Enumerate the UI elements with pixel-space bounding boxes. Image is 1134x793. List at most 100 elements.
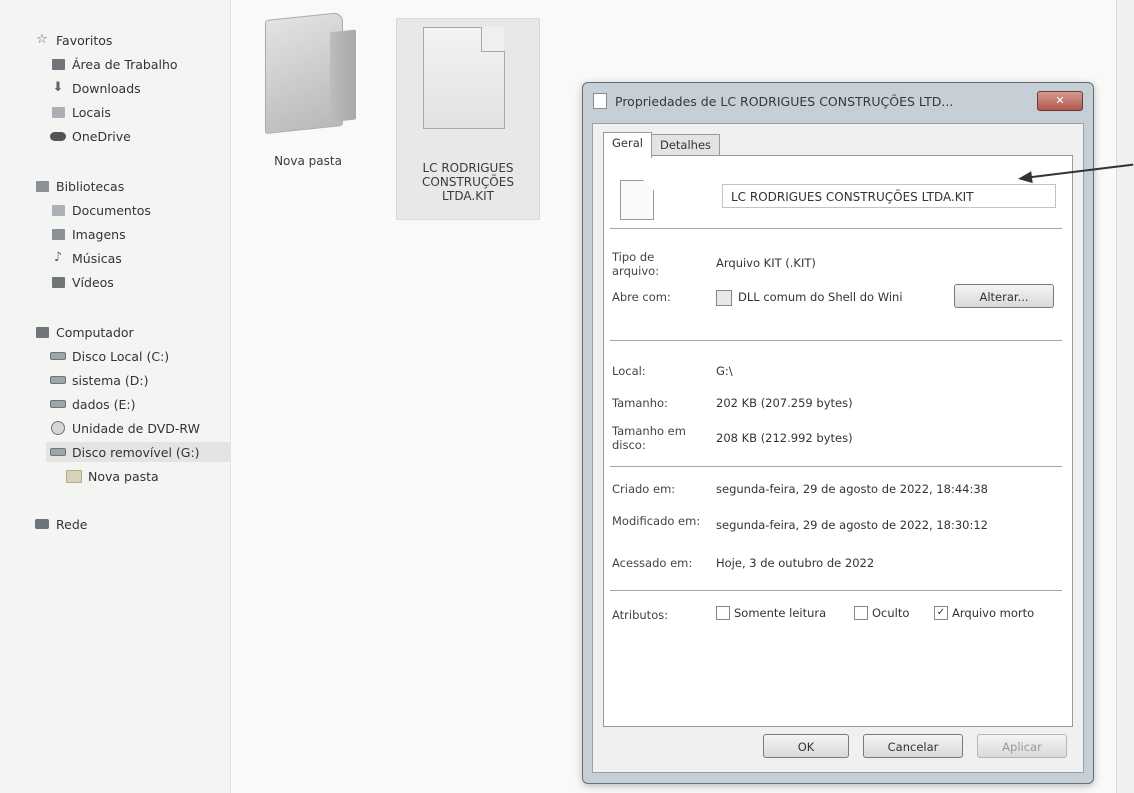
checkbox-box bbox=[716, 606, 730, 620]
tab-general[interactable]: Geral bbox=[603, 132, 652, 158]
hidden-checkbox[interactable]: Oculto bbox=[854, 606, 909, 620]
opens-with-label: Abre com: bbox=[612, 290, 671, 304]
nav-label: Disco Local (C:) bbox=[72, 348, 170, 364]
nav-documents[interactable]: Documentos bbox=[50, 200, 151, 220]
size-label: Tamanho: bbox=[612, 396, 668, 410]
nav-label: Locais bbox=[72, 104, 111, 120]
location-value: G:\ bbox=[716, 364, 733, 378]
file-type-label: Tipo de arquivo: bbox=[612, 250, 660, 278]
nav-label: Bibliotecas bbox=[56, 178, 125, 194]
app-icon bbox=[716, 290, 732, 306]
file-label-line: LTDA.KIT bbox=[442, 189, 494, 203]
nav-label: Área de Trabalho bbox=[72, 56, 178, 72]
checkbox-label: Arquivo morto bbox=[952, 606, 1035, 620]
nav-label: Imagens bbox=[72, 226, 126, 242]
size-on-disk-value: 208 KB (212.992 bytes) bbox=[716, 431, 853, 445]
nav-removable-disk[interactable]: Disco removível (G:) bbox=[46, 442, 234, 462]
downloads-icon: ⬇ bbox=[52, 80, 64, 95]
size-on-disk-label: Tamanho em disco: bbox=[612, 424, 686, 452]
nav-network[interactable]: Rede bbox=[34, 514, 87, 534]
nav-downloads[interactable]: ⬇ Downloads bbox=[50, 78, 141, 98]
nav-label: Unidade de DVD-RW bbox=[72, 420, 200, 436]
music-icon: ♪ bbox=[53, 250, 63, 265]
readonly-checkbox[interactable]: Somente leitura bbox=[716, 606, 826, 620]
created-value: segunda-feira, 29 de agosto de 2022, 18:… bbox=[716, 482, 988, 496]
created-label: Criado em: bbox=[612, 482, 676, 496]
checkmark-icon: ✓ bbox=[934, 606, 948, 620]
folder-item[interactable]: Nova pasta bbox=[253, 8, 363, 178]
dialog-title: Propriedades de LC RODRIGUES CONSTRUÇÕES… bbox=[615, 93, 954, 109]
network-icon bbox=[34, 517, 50, 531]
checkbox-box bbox=[854, 606, 868, 620]
nav-dvd-drive[interactable]: Unidade de DVD-RW bbox=[50, 418, 200, 438]
folder-label: Nova pasta bbox=[274, 154, 342, 168]
folder-icon bbox=[265, 11, 343, 135]
general-tab-page: LC RODRIGUES CONSTRUÇÕES LTDA.KIT Tipo d… bbox=[603, 155, 1073, 727]
nav-onedrive[interactable]: OneDrive bbox=[50, 126, 131, 146]
nav-images[interactable]: Imagens bbox=[50, 224, 126, 244]
nav-label: OneDrive bbox=[72, 128, 131, 144]
nav-label: Documentos bbox=[72, 202, 151, 218]
hard-drive-icon bbox=[50, 373, 66, 387]
modified-value: segunda-feira, 29 de agosto de 2022, 18:… bbox=[716, 518, 988, 532]
images-icon bbox=[50, 227, 66, 241]
file-type-value: Arquivo KIT (.KIT) bbox=[716, 256, 816, 270]
nav-label: Rede bbox=[56, 516, 88, 532]
nav-label: Favoritos bbox=[56, 32, 113, 48]
nav-drive-e[interactable]: dados (E:) bbox=[50, 394, 136, 414]
ok-button[interactable]: OK bbox=[763, 734, 849, 758]
disc-icon bbox=[50, 421, 66, 435]
nav-drive-d[interactable]: sistema (D:) bbox=[50, 370, 149, 390]
cancel-button[interactable]: Cancelar bbox=[863, 734, 963, 758]
nav-label: sistema (D:) bbox=[72, 372, 149, 388]
nav-local-disk[interactable]: Disco Local (C:) bbox=[50, 346, 169, 366]
nav-label: Nova pasta bbox=[88, 468, 159, 484]
accessed-label: Acessado em: bbox=[612, 556, 693, 570]
annotation-arrow-head bbox=[1017, 171, 1033, 185]
nav-label: Vídeos bbox=[72, 274, 114, 290]
properties-dialog: Propriedades de LC RODRIGUES CONSTRUÇÕES… bbox=[582, 82, 1094, 784]
file-label-line: LC RODRIGUES bbox=[422, 161, 514, 175]
apply-button[interactable]: Aplicar bbox=[977, 734, 1067, 758]
hard-drive-icon bbox=[50, 397, 66, 411]
nav-desktop[interactable]: Área de Trabalho bbox=[50, 54, 178, 74]
star-icon: ☆ bbox=[36, 32, 48, 47]
nav-places[interactable]: Locais bbox=[50, 102, 111, 122]
separator bbox=[610, 228, 1062, 230]
tab-details[interactable]: Detalhes bbox=[650, 134, 721, 156]
libraries-icon bbox=[34, 179, 50, 193]
modified-label: Modificado em: bbox=[612, 514, 701, 528]
usb-drive-icon bbox=[50, 445, 66, 459]
close-button[interactable]: ✕ bbox=[1037, 91, 1083, 111]
nav-favorites[interactable]: ☆ Favoritos bbox=[34, 30, 112, 50]
dialog-body: Geral Detalhes LC RODRIGUES CONSTRUÇÕES … bbox=[592, 123, 1084, 773]
nav-label: Downloads bbox=[72, 80, 141, 96]
vertical-scrollbar[interactable] bbox=[1116, 0, 1134, 793]
computer-icon bbox=[34, 325, 50, 339]
folder-icon bbox=[66, 469, 82, 483]
file-item-selected[interactable]: LC RODRIGUES CONSTRUÇÕES LTDA.KIT bbox=[396, 18, 540, 220]
nav-computer[interactable]: Computador bbox=[34, 322, 134, 342]
filename-field[interactable]: LC RODRIGUES CONSTRUÇÕES LTDA.KIT bbox=[722, 184, 1056, 208]
dialog-titlebar[interactable]: Propriedades de LC RODRIGUES CONSTRUÇÕES… bbox=[593, 89, 1083, 113]
separator bbox=[610, 590, 1062, 592]
separator bbox=[610, 340, 1062, 342]
places-icon bbox=[50, 105, 66, 119]
nav-new-folder[interactable]: Nova pasta bbox=[66, 466, 159, 486]
nav-libraries[interactable]: Bibliotecas bbox=[34, 176, 124, 196]
opens-with-value: DLL comum do Shell do Wini bbox=[738, 290, 903, 304]
cloud-icon bbox=[50, 129, 66, 143]
videos-icon bbox=[50, 275, 66, 289]
file-type-icon bbox=[620, 180, 654, 220]
tab-strip: Geral Detalhes bbox=[603, 132, 721, 158]
accessed-value: Hoje, 3 de outubro de 2022 bbox=[716, 556, 875, 570]
change-button[interactable]: Alterar... bbox=[954, 284, 1054, 308]
archive-checkbox[interactable]: ✓ Arquivo morto bbox=[934, 606, 1034, 620]
separator bbox=[610, 466, 1062, 468]
desktop-icon bbox=[50, 57, 66, 71]
nav-music[interactable]: ♪ Músicas bbox=[50, 248, 122, 268]
size-value: 202 KB (207.259 bytes) bbox=[716, 396, 853, 410]
file-label-line: CONSTRUÇÕES bbox=[422, 175, 514, 189]
nav-videos[interactable]: Vídeos bbox=[50, 272, 114, 292]
nav-label: dados (E:) bbox=[72, 396, 136, 412]
